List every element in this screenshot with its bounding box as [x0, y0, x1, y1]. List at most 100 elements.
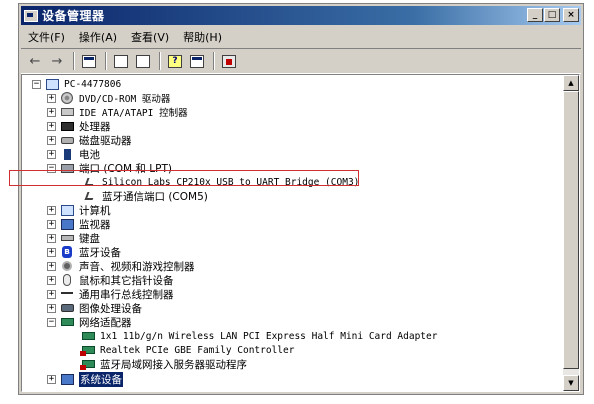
tree-item-dvd[interactable]: + DVD/CD-ROM 驱动器	[47, 91, 170, 105]
expand-icon[interactable]: +	[47, 219, 56, 229]
back-button[interactable]: ←	[25, 52, 45, 70]
monitor-icon	[59, 218, 75, 231]
tree-item-bt-lan[interactable]: 蓝牙局域网接入服务器驱动程序	[79, 357, 247, 371]
tree-item-ide[interactable]: + IDE ATA/ATAPI 控制器	[47, 105, 188, 119]
battery-icon	[59, 148, 75, 161]
scan-hardware-button[interactable]	[219, 52, 239, 70]
tree-item-label: 通用串行总线控制器	[79, 288, 174, 301]
close-button[interactable]: ×	[563, 8, 579, 22]
expand-icon[interactable]: +	[47, 205, 56, 215]
vertical-scrollbar[interactable]: ▲ ▼	[563, 75, 579, 391]
view-button[interactable]	[187, 52, 207, 70]
device-tree: − PC-4477806 + DVD/CD-ROM 驱动器 + IDE ATA/…	[22, 75, 564, 391]
tree-item-mice[interactable]: + 鼠标和其它指针设备	[47, 273, 174, 287]
tree-item-sound[interactable]: + 声音、视频和游戏控制器	[47, 259, 195, 273]
scan-hardware-icon	[222, 54, 236, 68]
network-card-icon	[80, 330, 96, 343]
expand-icon[interactable]: +	[47, 289, 56, 299]
device-manager-icon	[24, 9, 38, 22]
tree-item-wireless[interactable]: 1x1 11b/g/n Wireless LAN PCI Express Hal…	[80, 329, 437, 343]
tree-item-label: 监视器	[79, 218, 111, 231]
computer-icon	[44, 78, 60, 91]
toolbar-separator	[159, 52, 161, 70]
tree-item-label: 系统设备	[79, 371, 123, 387]
expand-icon[interactable]: +	[47, 149, 56, 159]
tree-item-label: IDE ATA/ATAPI 控制器	[79, 108, 188, 119]
help-button[interactable]: ?	[165, 52, 185, 70]
tree-item-keyboards[interactable]: + 键盘	[47, 231, 100, 245]
expand-icon[interactable]: +	[47, 303, 56, 313]
expand-icon[interactable]: +	[47, 374, 56, 384]
tree-item-label: 1x1 11b/g/n Wireless LAN PCI Express Hal…	[100, 330, 438, 342]
drive-icon	[59, 106, 75, 119]
tree-item-bluetooth[interactable]: + ʙ 蓝牙设备	[47, 245, 121, 259]
tree-item-realtek[interactable]: Realtek PCIe GBE Family Controller	[79, 343, 294, 357]
maximize-button[interactable]: □	[544, 8, 560, 22]
tree-item-network[interactable]: − 网络适配器	[47, 315, 132, 329]
menu-view[interactable]: 查看(V)	[124, 29, 176, 45]
tree-item-bt-com[interactable]: 蓝牙通信端口 (COM5)	[82, 189, 208, 203]
keyboard-icon	[59, 232, 75, 245]
disk-drive-icon	[59, 134, 75, 147]
disk-icon	[59, 92, 75, 105]
tree-item-label: 处理器	[79, 120, 111, 133]
tree-root-label: PC-4477806	[64, 78, 122, 90]
minimize-button[interactable]: _	[527, 8, 543, 22]
collapse-icon[interactable]: −	[32, 79, 41, 89]
menu-help[interactable]: 帮助(H)	[176, 29, 229, 45]
help-icon: ?	[168, 54, 182, 68]
menu-action[interactable]: 操作(A)	[72, 29, 124, 45]
tree-item-label: 网络适配器	[79, 316, 132, 329]
mouse-icon	[59, 274, 75, 287]
bluetooth-icon: ʙ	[59, 246, 75, 259]
view-icon	[190, 54, 204, 68]
expand-icon[interactable]: +	[47, 247, 56, 257]
speaker-icon	[59, 260, 75, 273]
tree-item-label: 鼠标和其它指针设备	[79, 274, 174, 287]
tree-item-label: 蓝牙通信端口 (COM5)	[102, 190, 208, 203]
expand-icon[interactable]: +	[47, 233, 56, 243]
toolbar-separator	[105, 52, 107, 70]
tree-item-label: DVD/CD-ROM 驱动器	[79, 94, 171, 105]
show-hide-tree-button[interactable]	[79, 52, 99, 70]
device-tree-pane: − PC-4477806 + DVD/CD-ROM 驱动器 + IDE ATA/…	[21, 74, 580, 392]
annotation-highlight-box	[9, 170, 359, 186]
tree-item-usb[interactable]: + 通用串行总线控制器	[47, 287, 174, 301]
tree-icon	[82, 54, 96, 68]
expand-icon[interactable]: +	[47, 93, 56, 103]
cable-icon	[82, 190, 98, 203]
title-bar[interactable]: 设备管理器 _ □ ×	[21, 6, 581, 25]
network-card-icon	[79, 344, 96, 357]
tree-root[interactable]: − PC-4477806	[32, 77, 121, 91]
tree-item-imaging[interactable]: + 图像处理设备	[47, 301, 142, 315]
system-icon	[59, 373, 75, 386]
expand-icon[interactable]: +	[47, 121, 56, 131]
print-button[interactable]	[133, 52, 153, 70]
tree-item-label: 计算机	[79, 204, 111, 217]
tree-item-system[interactable]: + 系统设备	[47, 371, 123, 387]
imaging-icon	[59, 302, 75, 315]
expand-icon[interactable]: +	[47, 275, 56, 285]
expand-icon[interactable]: +	[47, 135, 56, 145]
tree-item-battery[interactable]: + 电池	[47, 147, 100, 161]
tree-item-disk-drives[interactable]: + 磁盘驱动器	[47, 133, 132, 147]
collapse-icon[interactable]: −	[47, 317, 56, 327]
tree-item-monitors[interactable]: + 监视器	[47, 217, 111, 231]
tree-item-label: 键盘	[79, 232, 100, 245]
scroll-up-button[interactable]: ▲	[563, 75, 579, 91]
expand-icon[interactable]: +	[47, 261, 56, 271]
tree-item-label: 电池	[79, 148, 100, 161]
menu-file[interactable]: 文件(F)	[21, 29, 72, 45]
network-icon	[59, 316, 75, 329]
toolbar-separator	[73, 52, 75, 70]
tree-item-processor[interactable]: + 处理器	[47, 119, 111, 133]
network-card-icon	[79, 358, 96, 371]
properties-button[interactable]	[111, 52, 131, 70]
scroll-down-button[interactable]: ▼	[563, 375, 579, 391]
forward-button[interactable]: →	[47, 52, 67, 70]
tree-item-label: 磁盘驱动器	[79, 134, 132, 147]
device-manager-window: 设备管理器 _ □ × 文件(F) 操作(A) 查看(V) 帮助(H) ← → …	[18, 3, 584, 395]
scroll-thumb[interactable]	[563, 91, 579, 369]
tree-item-computer[interactable]: + 计算机	[47, 203, 111, 217]
expand-icon[interactable]: +	[47, 107, 56, 117]
